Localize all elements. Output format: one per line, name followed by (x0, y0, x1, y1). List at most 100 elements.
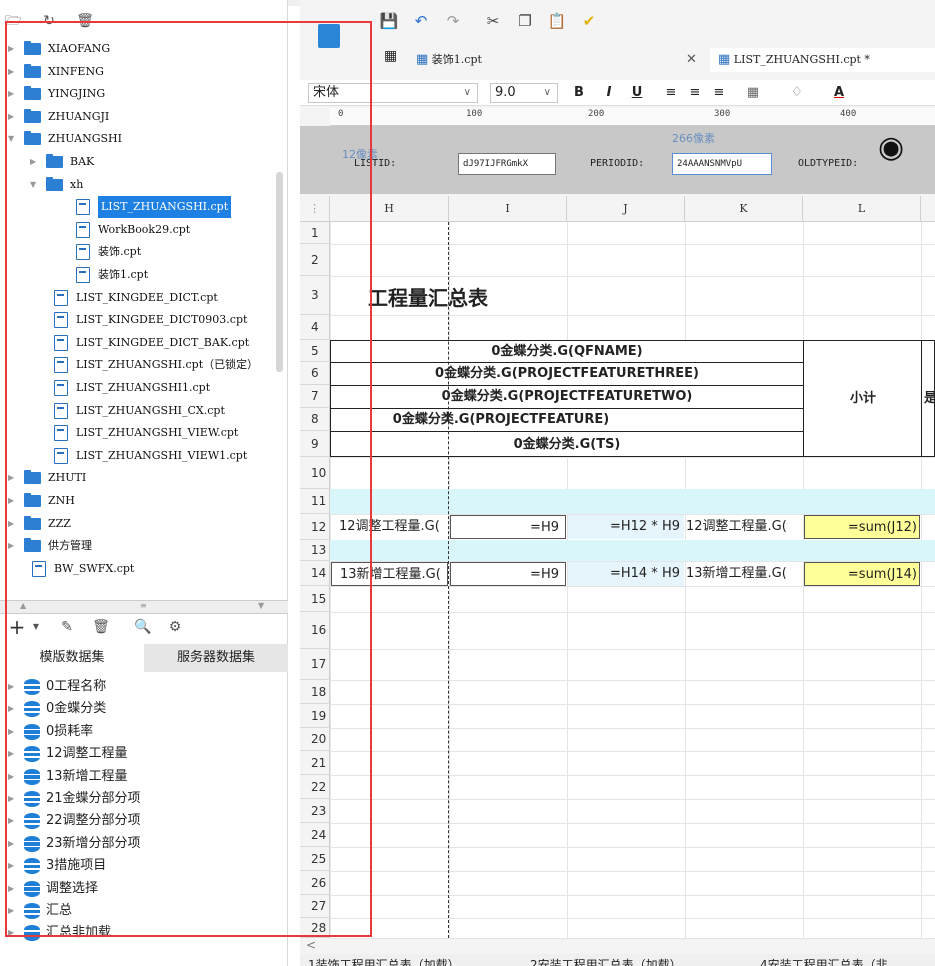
sheet-grid[interactable]: 工程量汇总表 0金蝶分类.G(QFNAME) 0金蝶分类.G(PROJECTFEAT… (330, 222, 935, 939)
collapsed-arrow-icon[interactable]: ▶ (8, 878, 14, 900)
delete-dataset-icon[interactable]: 🗑 (92, 618, 110, 636)
row-header-cell[interactable]: 19 (300, 704, 330, 728)
refresh-icon[interactable]: ↻ (40, 12, 58, 30)
scroll-left-icon[interactable]: < (306, 938, 316, 952)
row-header-cell[interactable]: 25 (300, 847, 330, 871)
font-select[interactable]: 宋体 ∨ (308, 83, 478, 103)
row-header-cell[interactable]: 10 (300, 457, 330, 489)
row-header-cell[interactable]: 24 (300, 823, 330, 847)
collapsed-arrow-icon[interactable]: ▶ (30, 151, 40, 173)
grid-cell[interactable]: =H9 (450, 515, 566, 539)
dataset-item[interactable]: ▶ 12调整工程量 (0, 743, 288, 765)
row-header-cell[interactable]: 20 (300, 728, 330, 751)
tree-item[interactable]: 装饰1.cpt (0, 264, 288, 286)
grid-cell[interactable]: 12调整工程量.G( (331, 515, 448, 539)
header-cell[interactable]: 0金蝶分类.G(TS) (331, 432, 803, 457)
dataset-item[interactable]: ▶ 汇总非加载 (0, 922, 288, 944)
column-header-cell[interactable]: I (449, 196, 567, 222)
collapsed-arrow-icon[interactable]: ▶ (8, 743, 14, 765)
tree-item[interactable]: ▶ 供方管理 (0, 535, 288, 557)
dataset-settings-icon[interactable]: ⚙ (166, 618, 184, 636)
tree-item[interactable]: LIST_KINGDEE_DICT.cpt (0, 287, 288, 309)
sheet-tab-2[interactable]: 2安装工程用汇总表（加载） (530, 956, 682, 966)
tree-item[interactable]: LIST_ZHUANGSHI_CX.cpt (0, 400, 288, 422)
collapsed-arrow-icon[interactable]: ▶ (8, 855, 14, 877)
column-header-cell[interactable]: K (685, 196, 803, 222)
collapsed-arrow-icon[interactable]: ▶ (8, 467, 18, 489)
dataset-item[interactable]: ▶ 0工程名称 (0, 676, 288, 698)
tree-item[interactable]: ▼ xh (0, 174, 288, 196)
dataset-item[interactable]: ▶ 调整选择 (0, 878, 288, 900)
report-title[interactable]: 工程量汇总表 (368, 280, 568, 316)
grid-cell[interactable]: =H14 * H9 (568, 562, 684, 586)
cut-icon[interactable]: ✂ (482, 10, 504, 32)
tree-item[interactable]: ▶ XINFENG (0, 61, 288, 83)
tree-item[interactable]: 装饰.cpt (0, 241, 288, 263)
collapse-down-icon[interactable]: ▼ (258, 601, 264, 610)
row-header-cell[interactable]: 12 (300, 514, 330, 540)
header-cell[interactable]: 是 (924, 341, 935, 457)
underline-button[interactable]: U (628, 83, 646, 103)
row-header-cell[interactable]: 26 (300, 871, 330, 895)
collapsed-arrow-icon[interactable]: ▶ (8, 788, 14, 810)
tree-item[interactable]: ▶ ZHUANGJI (0, 106, 288, 128)
tab-zhuangshi1[interactable]: ▦ 装饰1.cpt (416, 48, 482, 72)
dataset-item[interactable]: ▶ 3措施项目 (0, 855, 288, 877)
tree-item[interactable]: LIST_ZHUANGSHI_VIEW1.cpt (0, 445, 288, 467)
row-header-cell[interactable]: 17 (300, 649, 330, 680)
collapsed-arrow-icon[interactable]: ▶ (8, 810, 14, 832)
dataset-item[interactable]: ▶ 21金蝶分部分项 (0, 788, 288, 810)
add-dataset-icon[interactable]: + (8, 617, 26, 637)
periodid-field[interactable]: 24AAANSNMVpU (672, 153, 772, 175)
tree-item[interactable]: LIST_KINGDEE_DICT_BAK.cpt (0, 332, 288, 354)
column-header-cell[interactable]: L (803, 196, 921, 222)
tree-item[interactable]: ▼ ZHUANGSHI (0, 128, 288, 150)
paste-icon[interactable]: 📋 (546, 10, 568, 32)
dataset-item[interactable]: ▶ 0损耗率 (0, 721, 288, 743)
chevron-down-icon[interactable]: ▼ (27, 618, 45, 636)
design-mode-icon[interactable] (318, 24, 340, 48)
row-header-cell[interactable]: 11 (300, 489, 330, 514)
expanded-arrow-icon[interactable]: ▼ (8, 128, 18, 150)
row-header-cell[interactable]: 23 (300, 799, 330, 823)
tree-item[interactable]: LIST_ZHUANGSHI1.cpt (0, 377, 288, 399)
row-header-cell[interactable]: 27 (300, 895, 330, 918)
row-header-cell[interactable]: 4 (300, 315, 330, 340)
save-icon[interactable]: 💾 (378, 10, 400, 32)
hide-eye-icon[interactable]: ◉ (878, 130, 904, 165)
dataset-item[interactable]: ▶ 汇总 (0, 900, 288, 922)
row-header-cell[interactable]: 8 (300, 408, 330, 431)
tree-item[interactable]: LIST_ZHUANGSHI.cpt（已锁定） (0, 354, 288, 376)
collapsed-arrow-icon[interactable]: ▶ (8, 61, 18, 83)
italic-button[interactable]: I (600, 83, 618, 103)
open-folder-icon[interactable]: 🗁 (4, 12, 22, 30)
panel-splitter[interactable]: ▲ ≡ ▼ (0, 600, 288, 614)
dataset-item[interactable]: ▶ 13新增工程量 (0, 766, 288, 788)
header-cell[interactable]: 0金蝶分类.G(PROJECTFEATURE) (331, 409, 671, 431)
select-all-corner[interactable]: ⋮ (300, 196, 330, 222)
collapsed-arrow-icon[interactable]: ▶ (8, 900, 14, 922)
row-header-cell[interactable]: 22 (300, 775, 330, 799)
close-tab-icon[interactable]: ✕ (686, 52, 697, 67)
collapsed-arrow-icon[interactable]: ▶ (8, 676, 14, 698)
tree-item[interactable]: ▶ YINGJING (0, 83, 288, 105)
font-size-select[interactable]: 9.0 ∨ (490, 83, 558, 103)
collapsed-arrow-icon[interactable]: ▶ (8, 922, 14, 944)
collapsed-arrow-icon[interactable]: ▶ (8, 106, 18, 128)
tree-item[interactable]: LIST_ZHUANGSHI_VIEW.cpt (0, 422, 288, 444)
dataset-item[interactable]: ▶ 0金蝶分类 (0, 698, 288, 720)
edit-icon[interactable]: ✎ (58, 618, 76, 636)
subtotal-cell[interactable]: 小计 (804, 341, 922, 457)
row-header-cell[interactable]: 6 (300, 362, 330, 385)
dataset-item[interactable]: ▶ 23新增分部分项 (0, 833, 288, 855)
tree-item[interactable]: ▶ XIAOFANG (0, 38, 288, 60)
collapsed-arrow-icon[interactable]: ▶ (8, 83, 18, 105)
tab-template-datasets[interactable]: 模版数据集 (0, 644, 144, 672)
border-icon[interactable]: ▦ (744, 83, 762, 103)
align-center-icon[interactable]: ≡ (686, 83, 704, 103)
collapsed-arrow-icon[interactable]: ▶ (8, 833, 14, 855)
sheet-tab-3[interactable]: 4安装工程用汇总表（非 (760, 956, 888, 966)
tree-item[interactable]: BW_SWFX.cpt (0, 558, 288, 580)
font-color-icon[interactable]: A (830, 83, 848, 103)
grid-cell[interactable]: =H9 (450, 562, 566, 586)
